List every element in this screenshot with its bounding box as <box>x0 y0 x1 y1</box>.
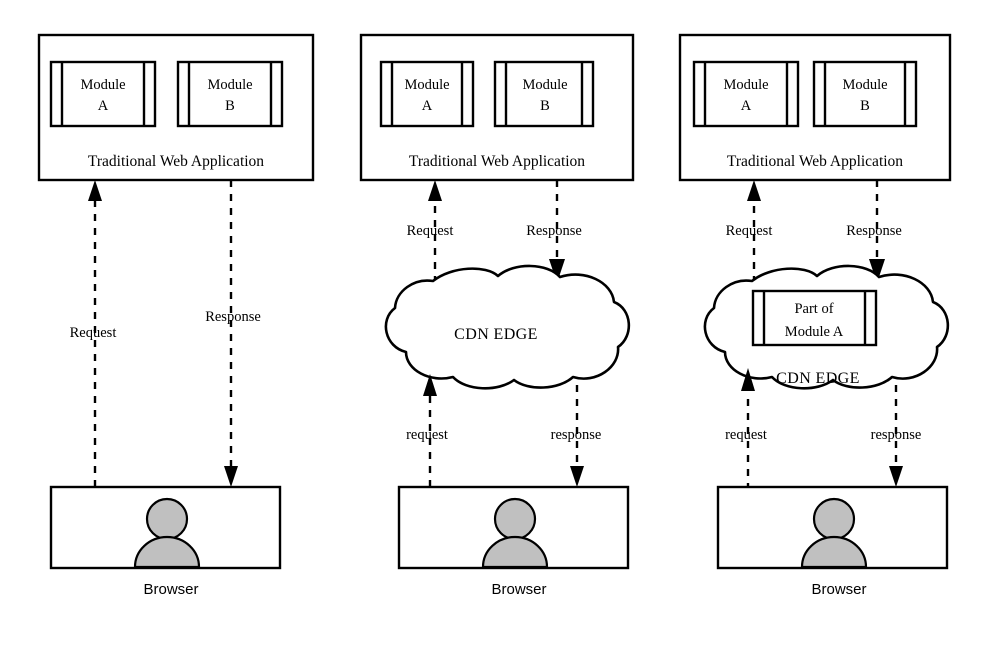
module-b-label-line2: B <box>540 98 550 114</box>
flow-request-lower: request <box>725 368 767 490</box>
app-box: Module A Module B Traditional Web Applic… <box>37 33 315 182</box>
browser-box[interactable]: Browser <box>397 485 630 598</box>
module-component-part-of-a[interactable]: Part of Module A <box>751 289 878 347</box>
flow-request-upper-arrowhead <box>747 180 761 201</box>
app-box-label: Traditional Web Application <box>409 153 585 170</box>
flow-request-lower: request <box>406 374 448 487</box>
avatar-head <box>493 497 537 541</box>
flow-response-upper-label: Response <box>526 223 582 239</box>
flow-request-upper-label: Request <box>407 223 454 239</box>
flow-response-lower-arrowhead <box>570 466 584 487</box>
browser-label: Browser <box>811 581 866 598</box>
cdn-edge-cloud-label: CDN EDGE <box>776 370 860 387</box>
flow-response-upper-label: Response <box>846 223 902 239</box>
module-a-label-line1: Module <box>723 77 768 93</box>
flow-response-lower: response <box>551 385 602 487</box>
flow-request-upper-label: Request <box>726 223 773 239</box>
module-a-label-line1: Module <box>80 77 125 93</box>
architecture-diagram: Module A Module B Traditional Web Applic… <box>37 33 952 598</box>
module-b-rect <box>812 60 918 128</box>
app-box: Module A Module B Traditional Web Applic… <box>678 33 952 182</box>
browser-label: Browser <box>143 581 198 598</box>
module-b-rect <box>493 60 595 128</box>
browser-box[interactable]: Browser <box>716 485 949 598</box>
module-a-label-line1: Module <box>404 77 449 93</box>
module-b-label-line2: B <box>860 98 870 114</box>
module-a-rect <box>379 60 475 128</box>
flow-response-arrowhead <box>224 466 238 487</box>
app-box-label: Traditional Web Application <box>88 153 264 170</box>
flow-request-lower-label: request <box>406 427 448 443</box>
cdn-edge-cloud[interactable]: CDN EDGE <box>384 264 631 390</box>
module-a-label-line2: A <box>741 98 752 114</box>
avatar-head <box>812 497 856 541</box>
module-a-rect <box>692 60 800 128</box>
module-a-label-line2: A <box>422 98 433 114</box>
panel-cdn-edge-module: Module A Module B Traditional Web Applic… <box>678 33 952 598</box>
flow-request-upper-arrowhead <box>428 180 442 201</box>
flow-response-label: Response <box>205 309 261 325</box>
module-b-label-line1: Module <box>522 77 567 93</box>
app-box: Module A Module B Traditional Web Applic… <box>359 33 635 182</box>
module-component-b[interactable]: Module B <box>493 60 595 128</box>
cdn-edge-cloud-label: CDN EDGE <box>454 326 538 343</box>
diagram-root: Module A Module B Traditional Web Applic… <box>0 0 1000 660</box>
flow-request-label: Request <box>70 325 117 341</box>
part-of-module-a-label-line1: Part of <box>794 301 833 317</box>
flow-response-lower-label: response <box>871 427 922 443</box>
flow-request-upper: Request <box>726 180 773 283</box>
flow-request: Request <box>70 180 117 487</box>
flow-request-upper: Request <box>407 180 454 283</box>
flow-response-lower: response <box>871 385 922 487</box>
module-component-a[interactable]: Module A <box>692 60 800 128</box>
flow-response-lower-label: response <box>551 427 602 443</box>
panel-traditional: Module A Module B Traditional Web Applic… <box>37 33 315 598</box>
browser-box[interactable]: Browser <box>49 485 282 598</box>
module-component-a[interactable]: Module A <box>379 60 475 128</box>
module-b-label-line1: Module <box>207 77 252 93</box>
module-a-label-line2: A <box>98 98 109 114</box>
flow-request-arrowhead <box>88 180 102 201</box>
flow-response: Response <box>205 180 261 487</box>
module-b-label-line2: B <box>225 98 235 114</box>
module-b-rect <box>176 60 284 128</box>
module-component-b[interactable]: Module B <box>176 60 284 128</box>
module-a-rect <box>49 60 157 128</box>
cdn-edge-cloud[interactable]: Part of Module A CDN EDGE <box>703 264 950 390</box>
module-component-b[interactable]: Module B <box>812 60 918 128</box>
panel-cdn-edge: Module A Module B Traditional Web Applic… <box>359 33 635 598</box>
module-b-label-line1: Module <box>842 77 887 93</box>
flow-request-lower-label: request <box>725 427 767 443</box>
module-component-a[interactable]: Module A <box>49 60 157 128</box>
browser-label: Browser <box>491 581 546 598</box>
avatar-head <box>145 497 189 541</box>
part-of-module-a-label-line2: Module A <box>785 324 844 340</box>
app-box-label: Traditional Web Application <box>727 153 903 170</box>
flow-response-lower-arrowhead <box>889 466 903 487</box>
